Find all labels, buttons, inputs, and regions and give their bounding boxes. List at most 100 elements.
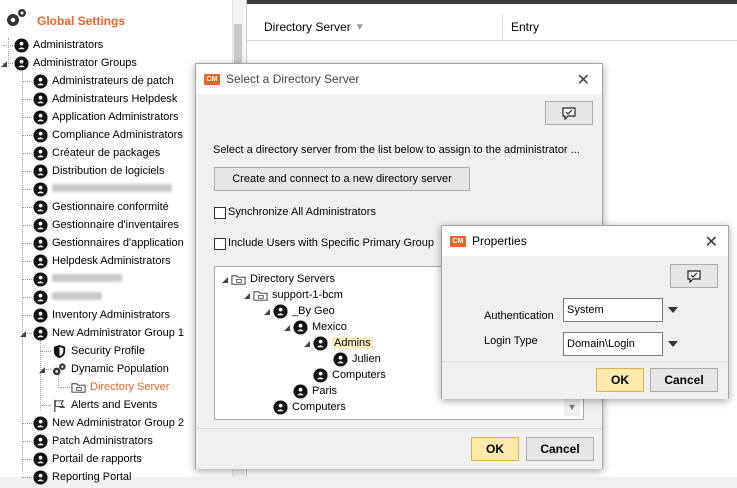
ok-button[interactable]: OK [596, 368, 644, 392]
group-icon [293, 383, 308, 399]
tree-item-label: Administrateurs Helpdesk [52, 93, 178, 105]
notes-button[interactable] [545, 101, 593, 125]
tree-line [22, 117, 32, 118]
column-entry-label: Entry [511, 20, 540, 34]
tree-scroll-down-icon[interactable]: ▼ [564, 398, 580, 416]
login-type-select[interactable]: Domain\Login [563, 332, 663, 356]
tree-item-label: Inventory Administrators [52, 309, 170, 321]
cancel-button[interactable]: Cancel [526, 437, 594, 461]
tree-item[interactable]: Distribution de logiciels [33, 162, 165, 180]
speech-bubble-check-icon [687, 270, 701, 283]
flag-icon [52, 398, 67, 413]
create-directory-server-button[interactable]: Create and connect to a new directory se… [214, 167, 470, 191]
redacted-text [52, 274, 122, 282]
tree-item[interactable]: Gestionnaire d'inventaires [33, 216, 179, 234]
authentication-value: System [567, 304, 604, 316]
global-settings-title: Global Settings [37, 14, 126, 28]
tree-item[interactable]: Administrators [14, 36, 103, 54]
tree-line [22, 261, 32, 262]
tree-item[interactable]: Gestionnaire conformité [33, 198, 169, 216]
tree-item[interactable]: Portail de rapports [33, 450, 142, 468]
expand-toggle-icon[interactable] [0, 59, 8, 67]
expand-toggle-icon[interactable] [283, 323, 291, 331]
directory-tree-item-label: _By Geo [292, 305, 335, 317]
folder-icon [231, 272, 246, 287]
tree-item[interactable]: Dynamic Population [52, 360, 169, 378]
tree-item[interactable]: Application Administrators [33, 108, 179, 126]
tree-header: Global Settings [0, 0, 246, 36]
group-icon [33, 163, 48, 179]
directory-tree-item-label: Computers [292, 401, 346, 413]
tree-item-label: Dynamic Population [71, 363, 169, 375]
login-type-dropdown-icon[interactable] [665, 332, 681, 356]
group-icon [33, 217, 48, 233]
tree-item[interactable]: Créateur de packages [33, 144, 160, 162]
tree-item[interactable]: Administrator Groups [14, 54, 137, 72]
group-icon [33, 199, 48, 215]
tree-item-label: New Administrator Group 2 [52, 417, 185, 429]
directory-tree-item-label: Paris [312, 385, 338, 397]
synchronize-all-label: Synchronize All Administrators [228, 206, 376, 218]
tree-item[interactable]: Administrateurs Helpdesk [33, 90, 177, 108]
tree-item[interactable]: Reporting Portal [33, 468, 132, 486]
tree-item-label: Distribution de logiciels [52, 165, 165, 177]
ok-button[interactable]: OK [471, 437, 519, 461]
tree-line [22, 225, 32, 226]
tree-item-label: Administrator Groups [33, 57, 137, 69]
notes-button[interactable] [670, 264, 718, 288]
include-users-checkbox[interactable] [214, 238, 226, 250]
folder-icon [71, 380, 86, 395]
column-entry[interactable]: Entry [503, 20, 539, 34]
include-users-label: Include Users with Specific Primary Grou… [228, 237, 435, 249]
expand-toggle-icon[interactable] [263, 307, 271, 315]
group-icon [33, 289, 48, 305]
tree-line [22, 207, 32, 208]
tree-line [41, 351, 51, 352]
group-icon [33, 145, 48, 161]
authentication-select[interactable]: System [563, 298, 663, 322]
tree-line [22, 68, 23, 474]
expand-toggle-icon[interactable] [38, 365, 46, 373]
expand-toggle-icon[interactable] [221, 275, 229, 283]
tree-item[interactable]: Helpdesk Administrators [33, 252, 171, 270]
close-icon[interactable]: ✕ [577, 70, 590, 90]
dialog-title: Select a Directory Server [226, 72, 360, 86]
tree-item[interactable]: Patch Administrators [33, 432, 153, 450]
tree-item[interactable]: Gestionnaires d'application [33, 234, 184, 252]
tree-item[interactable] [33, 288, 102, 306]
tree-item[interactable]: Alerts and Events [52, 396, 157, 414]
tree-item[interactable]: Compliance Administrators [33, 126, 183, 144]
expand-toggle-icon[interactable] [243, 291, 251, 299]
tree-item[interactable]: Inventory Administrators [33, 306, 170, 324]
tree-item[interactable] [33, 270, 122, 288]
folder-icon [253, 288, 268, 303]
group-icon [273, 399, 288, 415]
expand-toggle-icon[interactable] [19, 329, 27, 337]
group-icon [293, 319, 308, 335]
tree-item-label: New Administrator Group 1 [52, 327, 185, 339]
tree-item-label [52, 291, 102, 303]
tree-line [41, 405, 51, 406]
group-icon [313, 335, 328, 351]
tree-item[interactable]: Security Profile [52, 342, 145, 360]
cancel-button[interactable]: Cancel [650, 368, 718, 392]
tree-item[interactable]: New Administrator Group 2 [33, 414, 184, 432]
expand-toggle-icon[interactable] [303, 339, 311, 347]
group-icon [33, 271, 48, 287]
authentication-dropdown-icon[interactable] [665, 298, 681, 322]
tree-item-label: Alerts and Events [71, 399, 158, 411]
login-type-value: Domain\Login [567, 338, 635, 350]
group-icon [33, 451, 48, 467]
tree-item[interactable]: Administrateurs de patch [33, 72, 174, 90]
tree-line [22, 243, 32, 244]
tree-item[interactable]: New Administrator Group 1 [33, 324, 184, 342]
group-icon [333, 351, 348, 367]
tree-item[interactable]: Directory Server [71, 378, 169, 396]
sort-down-icon[interactable]: ▼ [355, 22, 365, 33]
close-icon[interactable]: ✕ [705, 232, 718, 252]
synchronize-all-checkbox[interactable] [214, 207, 226, 219]
directory-tree-item[interactable]: Computers [273, 398, 346, 416]
tree-item[interactable] [33, 180, 172, 198]
column-directory-server[interactable]: Directory Server ▼ [247, 14, 503, 40]
group-icon [33, 469, 48, 485]
